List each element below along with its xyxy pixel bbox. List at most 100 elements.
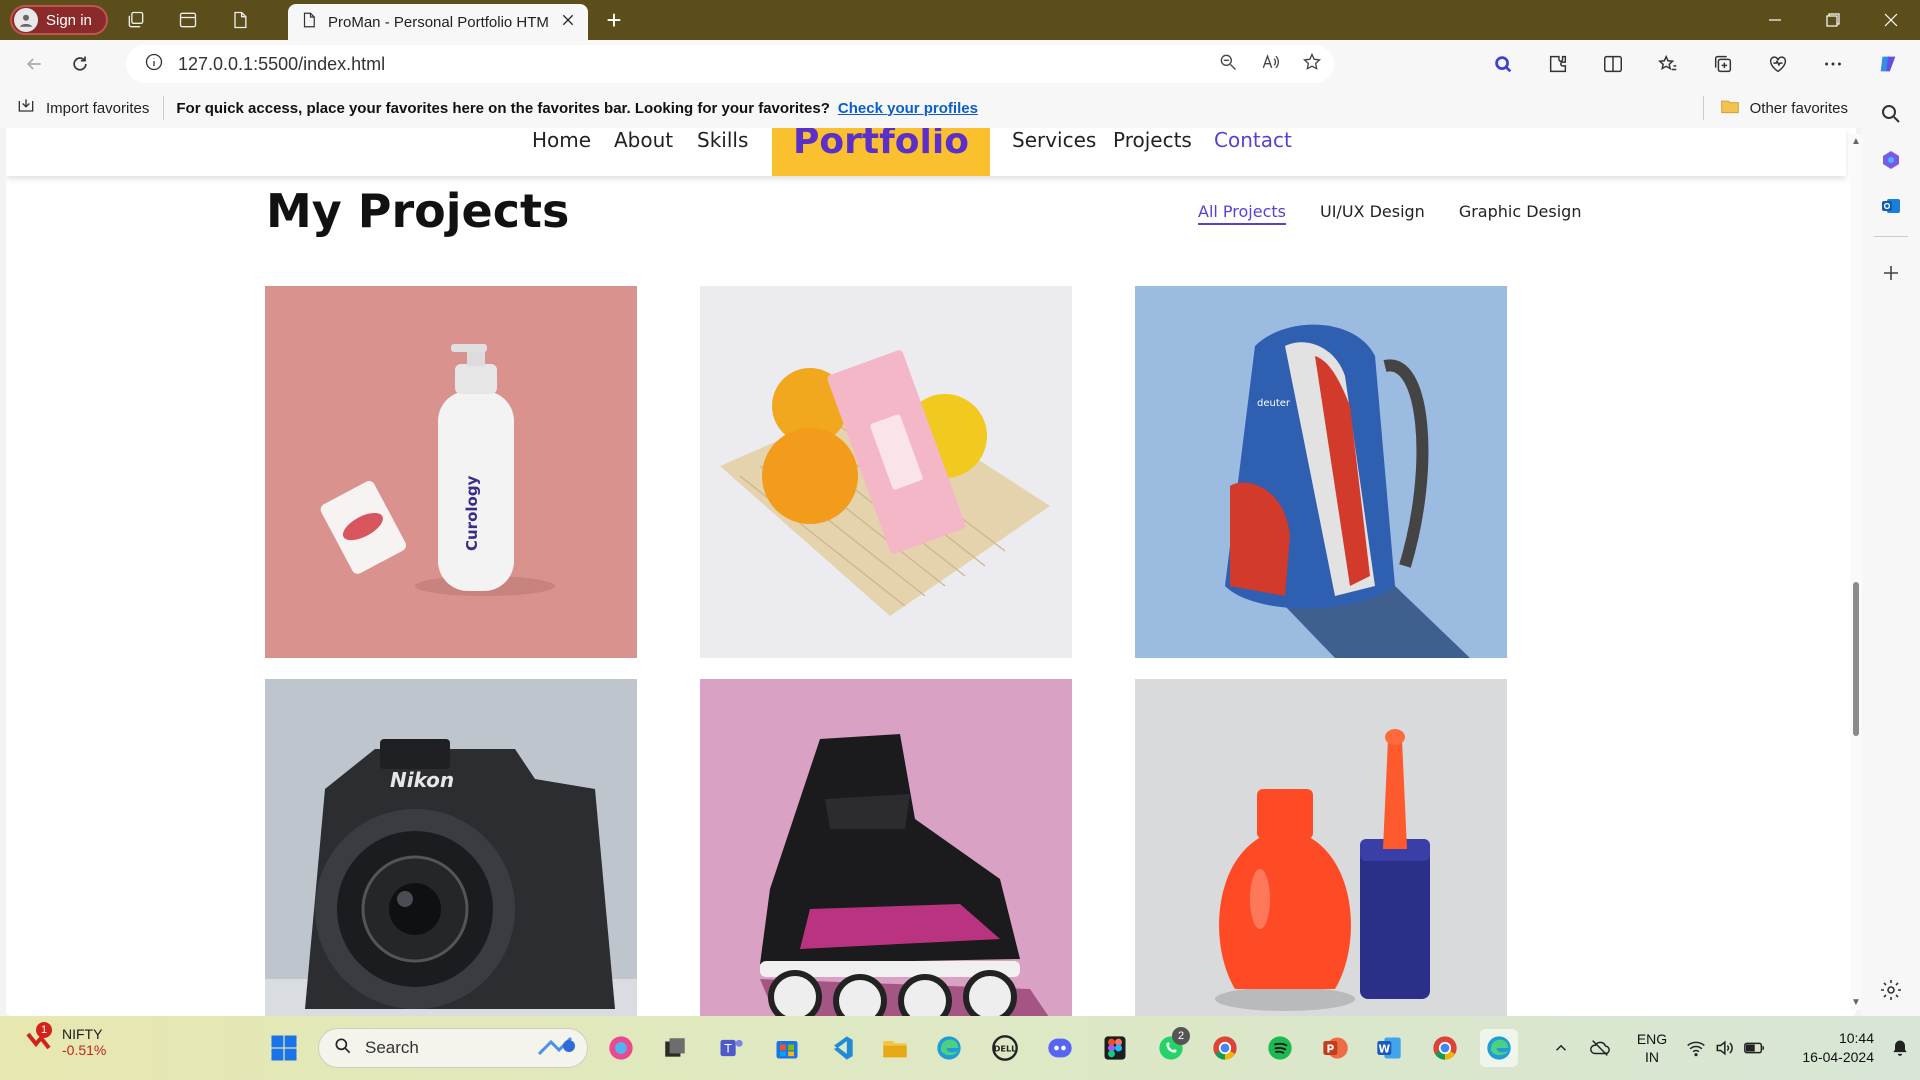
taskbar: 1 NIFTY -0.51% Search T DELL 2 P W ENG I…: [0, 1016, 1920, 1080]
onedrive-offline-icon[interactable]: [1578, 1037, 1622, 1059]
project-card-backpack[interactable]: deuter: [1135, 286, 1507, 658]
favorite-star-icon[interactable]: [1302, 52, 1322, 77]
info-icon[interactable]: [144, 52, 164, 77]
svg-text:P: P: [1326, 1044, 1334, 1056]
collections-icon[interactable]: [1704, 45, 1742, 83]
packaging-image: [720, 350, 1050, 616]
outlook-icon[interactable]: [1871, 186, 1911, 226]
favorites-icon[interactable]: [1649, 45, 1687, 83]
browser-essentials-icon[interactable]: [1759, 45, 1797, 83]
page-scrollbar[interactable]: ▲ ▼: [1850, 134, 1862, 1010]
url-field[interactable]: 127.0.0.1:5500/index.html: [126, 45, 1334, 83]
clock[interactable]: 10:44 16-04-2024: [1770, 1029, 1880, 1067]
site-navbar: Home About Skills Portfolio Services Pro…: [6, 128, 1846, 176]
nav-about[interactable]: About: [614, 128, 673, 152]
sign-in-label: Sign in: [46, 11, 92, 29]
vscode-app-icon[interactable]: [822, 1029, 860, 1067]
language-indicator[interactable]: ENG IN: [1622, 1030, 1682, 1066]
search-icon[interactable]: [1871, 94, 1911, 134]
spotify-app-icon[interactable]: [1261, 1029, 1299, 1067]
minimize-button[interactable]: [1746, 0, 1804, 40]
project-card-nail-polish[interactable]: [1135, 679, 1507, 1016]
settings-icon[interactable]: [1871, 970, 1911, 1010]
divider: [163, 96, 165, 120]
nav-services[interactable]: Services: [1012, 128, 1096, 152]
filter-ui-ux-design[interactable]: UI/UX Design: [1320, 202, 1425, 225]
file-explorer-app-icon[interactable]: [876, 1029, 914, 1067]
word-app-icon[interactable]: W: [1370, 1029, 1408, 1067]
notification-bell-icon[interactable]: [1880, 1038, 1920, 1058]
chrome-app-icon[interactable]: [1206, 1029, 1244, 1067]
scrollbar-thumb[interactable]: [1853, 582, 1859, 736]
chrome-profile-app-icon[interactable]: [1426, 1029, 1464, 1067]
zoom-icon[interactable]: [1218, 52, 1238, 77]
task-view-app-icon[interactable]: [656, 1029, 694, 1067]
project-card-skincare[interactable]: Curology: [265, 286, 637, 658]
window-controls: [1746, 0, 1920, 40]
filter-graphic-design[interactable]: Graphic Design: [1459, 202, 1582, 225]
chevron-up-icon[interactable]: [1544, 1039, 1578, 1057]
tab-active[interactable]: ProMan - Personal Portfolio HTML: [288, 4, 588, 40]
store-app-icon[interactable]: [768, 1029, 806, 1067]
workspaces-icon[interactable]: [116, 0, 156, 40]
copilot-pre-app-icon[interactable]: [602, 1029, 640, 1067]
dell-app-icon[interactable]: DELL: [986, 1029, 1024, 1067]
read-aloud-icon[interactable]: [1260, 52, 1280, 77]
ticker-name: NIFTY: [62, 1026, 103, 1042]
backpack-image: deuter: [1225, 324, 1470, 658]
sign-in-button[interactable]: Sign in: [10, 5, 108, 35]
search-extension-icon[interactable]: [1484, 45, 1522, 83]
scroll-down-arrow-icon[interactable]: ▼: [1851, 997, 1861, 1008]
scroll-up-arrow-icon[interactable]: ▲: [1851, 136, 1861, 147]
add-icon[interactable]: [1871, 253, 1911, 293]
powerpoint-app-icon[interactable]: P: [1316, 1029, 1354, 1067]
project-card-camera[interactable]: Nikon: [265, 679, 637, 1016]
edge-active-app-icon[interactable]: [1480, 1029, 1518, 1067]
nav-home[interactable]: Home: [532, 128, 591, 152]
nav-contact[interactable]: Contact: [1214, 128, 1292, 152]
page-icon[interactable]: [220, 0, 260, 40]
title-bar: Sign in ProMan - Personal Portfolio HTML…: [0, 0, 1920, 40]
site-logo[interactable]: Portfolio: [772, 128, 990, 176]
stock-down-icon: 1: [24, 1022, 52, 1054]
nav-skills[interactable]: Skills: [697, 128, 748, 152]
language-line-1: ENG: [1636, 1031, 1668, 1047]
filter-all-projects[interactable]: All Projects: [1198, 202, 1286, 225]
project-card-packaging[interactable]: [700, 286, 1072, 658]
url-text: 127.0.0.1:5500/index.html: [178, 53, 386, 74]
new-tab-button[interactable]: +: [598, 5, 630, 35]
project-filters: All Projects UI/UX Design Graphic Design: [1198, 202, 1581, 225]
ticker-value: -0.51%: [62, 1042, 107, 1058]
other-favorites-button[interactable]: Other favorites: [1702, 96, 1848, 120]
nav-projects[interactable]: Projects: [1113, 128, 1192, 152]
restore-button[interactable]: [1804, 0, 1862, 40]
more-icon[interactable]: [1814, 45, 1852, 83]
back-button[interactable]: [12, 44, 56, 84]
taskbar-search[interactable]: Search: [318, 1028, 588, 1068]
volume-icon[interactable]: [1710, 1038, 1738, 1058]
refresh-button[interactable]: [58, 44, 102, 84]
clock-time: 10:44: [1838, 1030, 1874, 1046]
close-button[interactable]: [1862, 0, 1920, 40]
figma-app-icon[interactable]: [1096, 1029, 1134, 1067]
extensions-icon[interactable]: [1539, 45, 1577, 83]
address-bar: 127.0.0.1:5500/index.html: [0, 40, 1920, 88]
browser-toolbar: [1484, 40, 1907, 88]
edge-app-icon[interactable]: [930, 1029, 968, 1067]
teams-app-icon[interactable]: T: [712, 1029, 750, 1067]
check-profiles-link[interactable]: Check your profiles: [838, 100, 978, 117]
skincare-bottle-image: Curology: [320, 344, 555, 596]
import-favorites-button[interactable]: Import favorites: [16, 96, 149, 120]
stock-widget[interactable]: 1 NIFTY -0.51%: [24, 1022, 107, 1058]
project-card-skate[interactable]: [700, 679, 1072, 1016]
tab-actions-icon[interactable]: [168, 0, 208, 40]
copilot-sidebar-icon[interactable]: [1871, 140, 1911, 180]
battery-icon[interactable]: [1738, 1037, 1770, 1059]
discord-app-icon[interactable]: [1041, 1029, 1079, 1067]
split-screen-icon[interactable]: [1594, 45, 1632, 83]
close-tab-icon[interactable]: [560, 12, 576, 32]
copilot-icon[interactable]: [1869, 45, 1907, 83]
start-button[interactable]: [265, 1029, 303, 1067]
whatsapp-app-icon[interactable]: 2: [1152, 1027, 1190, 1067]
wifi-icon[interactable]: [1682, 1038, 1710, 1058]
